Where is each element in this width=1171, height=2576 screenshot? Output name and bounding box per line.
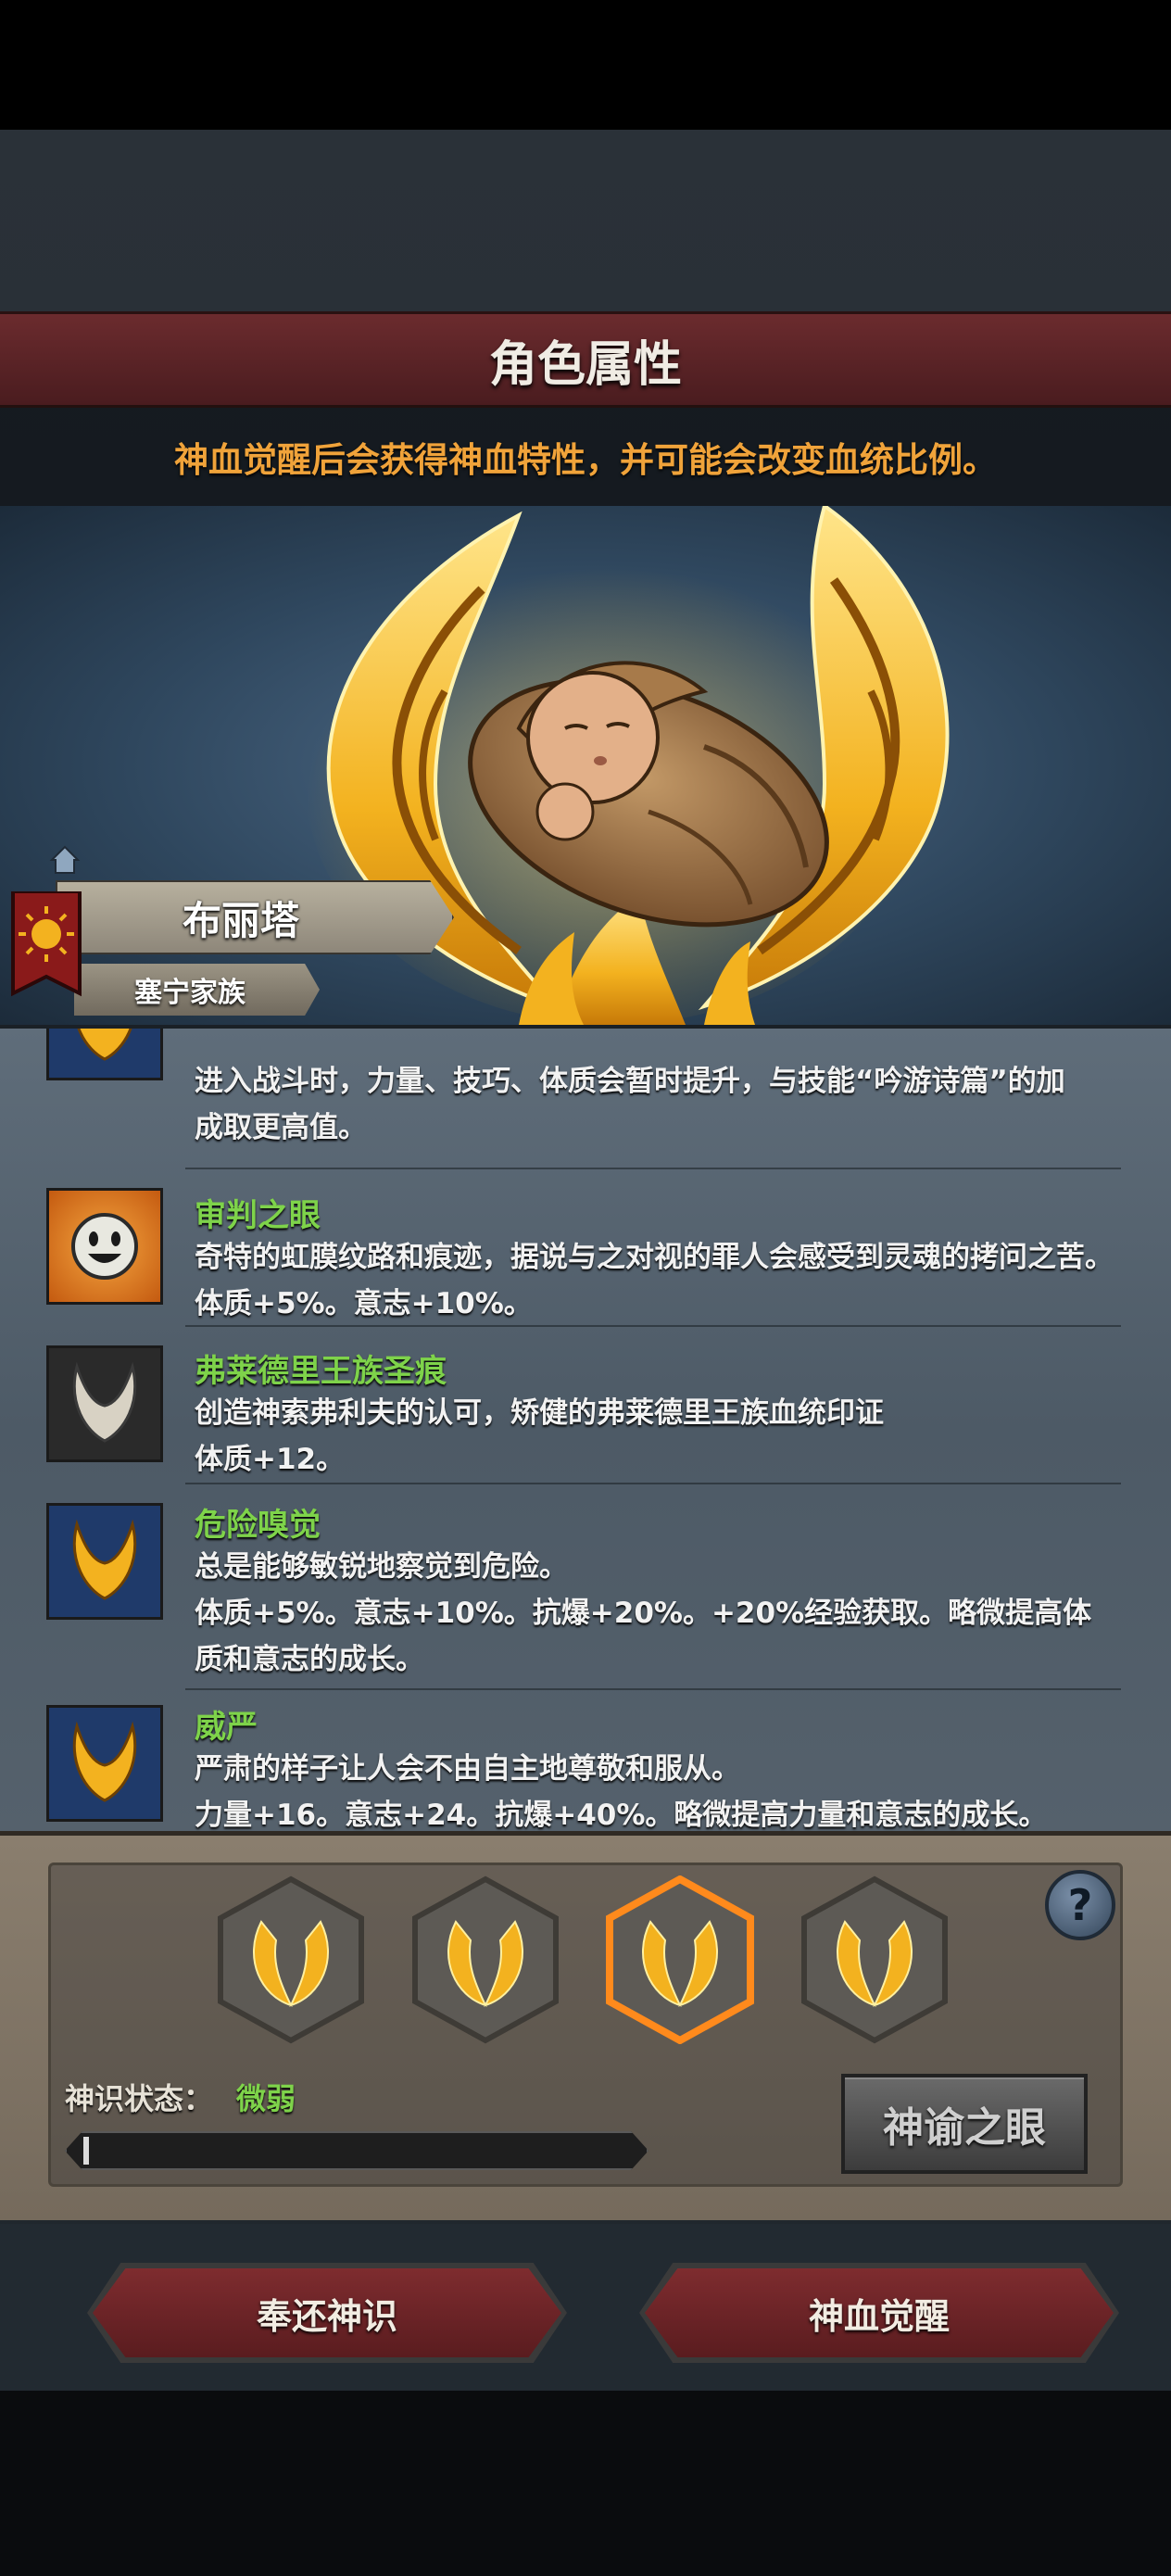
- silver-horns-icon: [46, 1345, 163, 1462]
- house-icon: [48, 843, 82, 877]
- awakening-slot-2[interactable]: [409, 1875, 561, 2044]
- status-bar-area: [0, 0, 1171, 130]
- return-divine-sense-button[interactable]: 奉还神识: [93, 2268, 561, 2357]
- trait-desc-line: 总是能够敏锐地察觉到危险。: [195, 1550, 568, 1584]
- subtitle-banner: 神血觉醒后会获得神血特性，并可能会改变血统比例。: [0, 408, 1171, 506]
- awakening-slot-4[interactable]: [799, 1875, 951, 2044]
- bottom-blank: [0, 2391, 1171, 2576]
- trait-desc-line: 体质+5%。意志+10%。: [195, 1287, 533, 1320]
- trait-name: 审判之眼: [195, 1197, 321, 1234]
- page-subtitle: 神血觉醒后会获得神血特性，并可能会改变血统比例。: [174, 440, 997, 480]
- character-name: 布丽塔: [182, 897, 299, 943]
- trait-desc-line: 体质+5%。意志+10%。抗爆+20%。+20%经验获取。略微提高体: [195, 1597, 1092, 1630]
- trait-name: 威严: [195, 1709, 258, 1746]
- oracle-eye-button[interactable]: 神谕之眼: [841, 2074, 1088, 2174]
- question-icon: ?: [1067, 1880, 1093, 1930]
- trait-desc-line: 严肃的样子让人会不由自主地尊敬和服从。: [195, 1752, 740, 1786]
- trait-name: 危险嗅觉: [195, 1507, 321, 1544]
- trait-desc-line: 成取更高值。: [195, 1111, 367, 1144]
- golden-horns-icon: [46, 1029, 163, 1080]
- trait-desc-line: 奇特的虹膜纹路和痕迹，据说与之对视的罪人会感受到灵魂的拷问之苦。: [195, 1241, 1114, 1274]
- blood-awaken-button[interactable]: 神血觉醒: [645, 2268, 1114, 2357]
- trait-desc-line: 进入战斗时，力量、技巧、体质会暂时提升，与技能“吟游诗篇”的加: [195, 1065, 1065, 1098]
- trait-desc-line: 力量+16。意志+24。抗爆+40%。略微提高力量和意志的成长。: [195, 1799, 1048, 1831]
- divine-sense-progress-bar: [65, 2131, 648, 2170]
- golden-horns-icon: [46, 1503, 163, 1620]
- awakening-slot-1[interactable]: [215, 1875, 367, 2044]
- help-button[interactable]: ?: [1045, 1870, 1115, 1940]
- awakening-slot-3-selected[interactable]: [604, 1875, 756, 2045]
- page-title: 角色属性: [488, 336, 682, 393]
- divider: [185, 1325, 1121, 1327]
- divine-sense-status-value: 微弱: [236, 2081, 296, 2116]
- trait-name: 弗莱德里王族圣痕: [195, 1353, 447, 1390]
- sun-banner-icon[interactable]: [9, 890, 83, 1003]
- divider: [185, 1168, 1121, 1169]
- trait-desc-line: 质和意志的成长。: [195, 1643, 424, 1676]
- divider: [185, 1483, 1121, 1484]
- title-banner: 角色属性: [0, 311, 1171, 408]
- golden-horns-icon: [46, 1705, 163, 1822]
- divine-sense-progress-fill: [83, 2137, 89, 2165]
- trait-desc-line: 体质+12。: [195, 1443, 346, 1476]
- trait-desc-line: 创造神索弗利夫的认可，矫健的弗莱德里王族血统印证: [195, 1396, 884, 1430]
- traits-list[interactable]: 进入战斗时，力量、技巧、体质会暂时提升，与技能“吟游诗篇”的加 成取更高值。 审…: [0, 1025, 1171, 1831]
- divider: [185, 1688, 1121, 1690]
- character-family: 塞宁家族: [134, 977, 246, 1009]
- divine-sense-status-label: 神识状态：: [65, 2081, 214, 2116]
- smiling-face-icon: [46, 1188, 163, 1305]
